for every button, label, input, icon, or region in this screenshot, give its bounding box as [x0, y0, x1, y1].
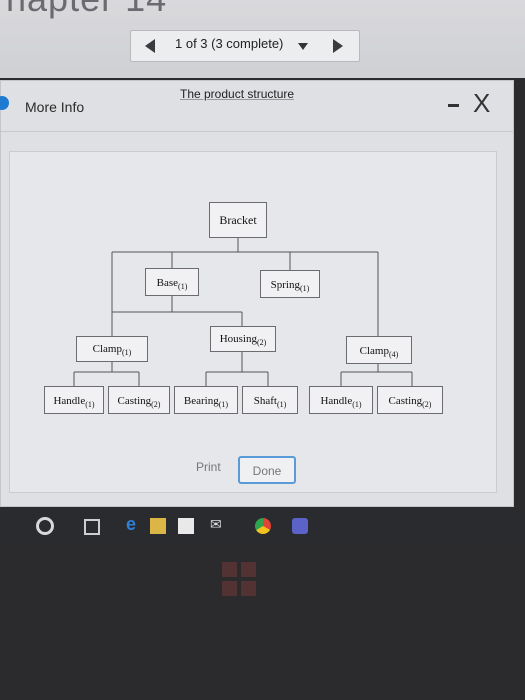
store-icon[interactable]	[178, 518, 194, 534]
node-bearing: Bearing(1)	[174, 386, 238, 414]
node-casting-right: Casting(2)	[377, 386, 443, 414]
node-handle-right-name: Handle	[320, 395, 353, 407]
node-housing-qty: (2)	[256, 338, 267, 348]
node-casting-left: Casting(2)	[108, 386, 170, 414]
edge-icon[interactable]: e	[126, 514, 136, 535]
chrome-icon[interactable]	[255, 518, 271, 534]
node-housing-name: Housing	[219, 333, 257, 345]
mail-icon[interactable]: ✉	[210, 516, 222, 533]
node-shaft-name: Shaft	[253, 395, 277, 407]
node-clamp-left-name: Clamp	[92, 343, 122, 355]
node-bearing-name: Bearing	[183, 395, 219, 407]
node-spring: Spring(1)	[260, 270, 320, 298]
node-handle-right-qty: (1)	[352, 400, 362, 410]
print-button[interactable]: Print	[196, 460, 221, 474]
node-clamp-right: Clamp(4)	[346, 336, 412, 364]
task-view-icon[interactable]	[84, 519, 100, 535]
done-button[interactable]: Done	[238, 456, 296, 484]
node-clamp-left-qty: (1)	[122, 348, 132, 358]
node-shaft-qty: (1)	[276, 400, 287, 410]
node-base-qty: (1)	[178, 282, 188, 292]
node-clamp-left: Clamp(1)	[76, 336, 148, 362]
node-bracket: Bracket	[209, 202, 267, 238]
node-base-name: Base	[156, 277, 179, 289]
node-housing: Housing(2)	[210, 326, 276, 352]
file-explorer-icon[interactable]	[150, 518, 166, 534]
node-clamp-right-qty: (4)	[389, 350, 399, 360]
node-spring-name: Spring	[270, 279, 300, 291]
taskbar: e ✉	[0, 510, 525, 542]
teams-icon[interactable]	[292, 518, 308, 534]
node-handle-left: Handle(1)	[44, 386, 104, 414]
node-casting-right-name: Casting	[388, 395, 423, 407]
node-spring-qty: (1)	[300, 284, 310, 294]
node-shaft: Shaft(1)	[242, 386, 298, 414]
node-bearing-qty: (1)	[218, 400, 229, 410]
node-casting-right-qty: (2)	[422, 400, 432, 410]
node-casting-left-name: Casting	[117, 395, 152, 407]
node-handle-left-name: Handle	[53, 395, 86, 407]
windows-logo-icon	[222, 562, 256, 596]
node-bracket-name: Bracket	[219, 213, 257, 227]
node-base: Base(1)	[145, 268, 199, 296]
node-handle-left-qty: (1)	[85, 400, 95, 410]
node-casting-left-qty: (2)	[151, 400, 161, 410]
node-clamp-right-name: Clamp	[359, 345, 389, 357]
start-icon[interactable]	[36, 517, 54, 535]
node-handle-right: Handle(1)	[309, 386, 373, 414]
